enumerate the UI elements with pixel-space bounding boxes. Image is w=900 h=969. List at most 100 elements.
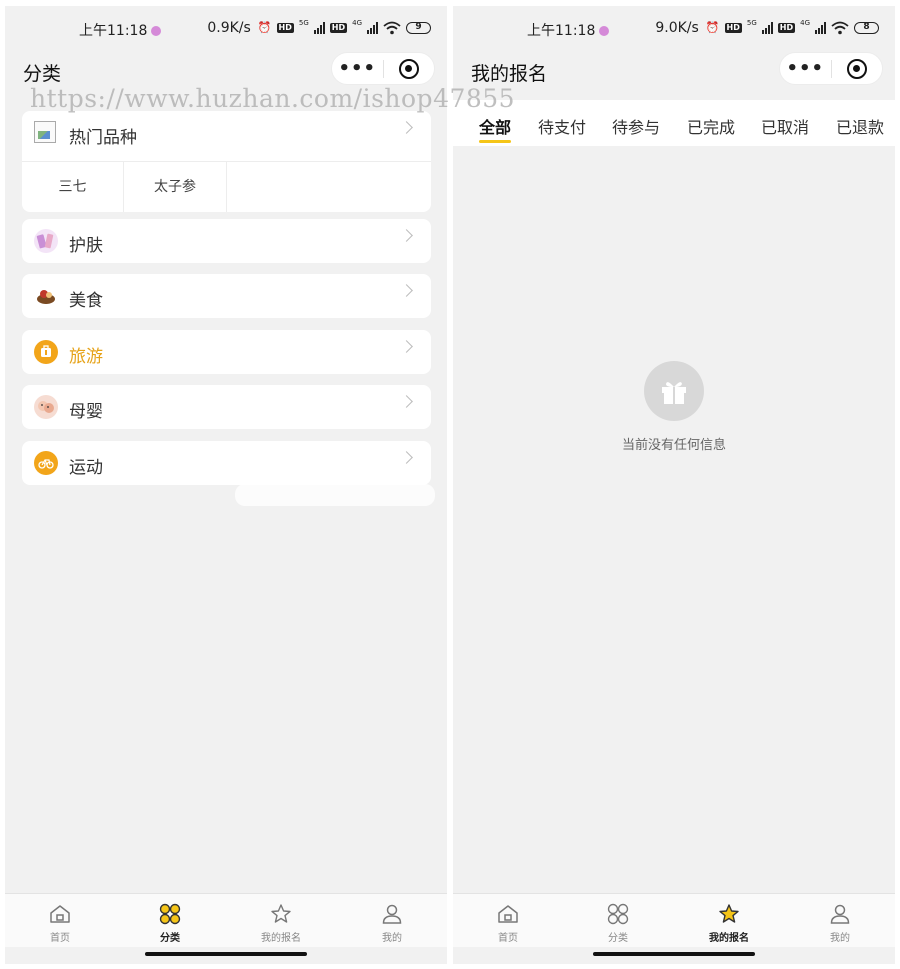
tab-label: 首页 [50, 933, 70, 944]
tab-my-registrations[interactable]: 我的报名 [674, 894, 784, 948]
tab-pending-payment[interactable]: 待支付 [538, 114, 586, 138]
tab-label: 我的报名 [261, 933, 301, 944]
tab-label: 分类 [160, 933, 180, 944]
page-title: 分类 [23, 63, 62, 85]
tab-profile[interactable]: 我的 [337, 894, 447, 948]
user-icon [830, 904, 850, 924]
chevron-right-icon [400, 451, 413, 464]
bottom-tab-bar: 首页 分类 我的报名 我的 [5, 893, 447, 947]
category-row-baby[interactable]: 母婴 [22, 385, 431, 429]
home-indicator [145, 952, 307, 956]
bicycle-icon [34, 451, 58, 475]
signal-icon [313, 22, 325, 34]
hd-icon: HD [276, 23, 294, 33]
signal-icon [761, 22, 773, 34]
image-artifact [235, 484, 435, 506]
network-4g-label: 4G [800, 19, 810, 27]
hd-icon: HD [777, 23, 796, 33]
status-time: 上午11:18 [527, 20, 610, 40]
category-icon [607, 903, 629, 925]
category-label: 热门品种 [69, 128, 137, 148]
status-bar: 上午11:18 9.0K/s ⏰ HD 5G HD 4G 8 [453, 6, 895, 46]
category-label: 母婴 [69, 402, 103, 422]
baby-icon [34, 395, 58, 419]
chevron-right-icon [400, 395, 413, 408]
chevron-right-icon [400, 340, 413, 353]
sub-category-item[interactable]: 三七 [22, 162, 124, 212]
hd-icon: HD [329, 23, 348, 33]
battery-indicator: 9 [406, 22, 431, 34]
tab-all[interactable]: 全部 [479, 114, 511, 138]
empty-state-message: 当前没有任何信息 [621, 438, 726, 453]
gift-icon [644, 361, 704, 421]
close-target-button[interactable] [383, 58, 434, 79]
category-label: 运动 [69, 458, 103, 478]
hot-category-row[interactable]: 热门品种 [22, 111, 431, 155]
category-row-travel[interactable]: 旅游 [22, 330, 431, 374]
home-indicator [593, 952, 755, 956]
nav-bar: 我的报名 ••• [453, 50, 895, 90]
alarm-icon: ⏰ [705, 21, 720, 34]
close-target-button[interactable] [831, 58, 882, 79]
network-speed: 9.0K/s [655, 20, 699, 36]
tab-label: 我的 [382, 933, 402, 944]
hot-category-card: 热门品种 三七 太子参 [22, 111, 431, 212]
wifi-icon [831, 21, 849, 35]
food-icon [34, 284, 58, 308]
tab-category[interactable]: 分类 [115, 894, 225, 948]
network-4g-label: 4G [352, 19, 362, 27]
category-label: 旅游 [69, 347, 103, 367]
target-icon [398, 58, 419, 79]
tab-label: 我的 [830, 933, 850, 944]
signal-icon [367, 22, 378, 34]
category-label: 护肤 [69, 236, 103, 256]
broken-image-icon [34, 121, 56, 143]
travel-icon [34, 340, 58, 364]
mini-program-capsule: ••• [779, 52, 883, 85]
signal-icon [815, 22, 826, 34]
category-icon [159, 903, 181, 925]
tab-home[interactable]: 首页 [5, 894, 115, 948]
battery-indicator: 8 [854, 22, 879, 34]
tab-category[interactable]: 分类 [563, 894, 673, 948]
home-icon [498, 905, 518, 923]
bottom-tab-bar: 首页 分类 我的报名 我的 [453, 893, 895, 947]
network-5g-label: 5G [298, 19, 309, 27]
sub-category-item[interactable]: 太子参 [124, 162, 227, 212]
tab-label: 首页 [498, 933, 518, 944]
user-icon [382, 904, 402, 924]
network-speed: 0.9K/s [207, 20, 251, 36]
my-registrations-screen: 上午11:18 9.0K/s ⏰ HD 5G HD 4G 8 我的报名 ••• … [453, 6, 895, 964]
tab-pending-attend[interactable]: 待参与 [612, 114, 660, 138]
active-tab-indicator [479, 140, 511, 143]
alarm-icon: ⏰ [257, 21, 272, 34]
category-row-skincare[interactable]: 护肤 [22, 219, 431, 263]
more-icon[interactable]: ••• [332, 54, 383, 84]
wifi-icon [383, 21, 401, 35]
status-time: 上午11:18 [79, 20, 162, 40]
hd-icon: HD [724, 23, 742, 33]
more-icon[interactable]: ••• [780, 54, 831, 84]
tab-profile[interactable]: 我的 [785, 894, 895, 948]
tab-my-registrations[interactable]: 我的报名 [226, 894, 336, 948]
tab-completed[interactable]: 已完成 [687, 114, 735, 138]
chevron-right-icon [400, 121, 413, 134]
star-icon [719, 904, 739, 923]
chevron-right-icon [400, 284, 413, 297]
tab-label: 分类 [608, 933, 628, 944]
category-row-food[interactable]: 美食 [22, 274, 431, 318]
star-icon [271, 904, 291, 923]
tab-refunded[interactable]: 已退款 [836, 114, 884, 138]
target-icon [846, 58, 867, 79]
category-row-sports[interactable]: 运动 [22, 441, 431, 485]
status-bar: 上午11:18 0.9K/s ⏰ HD 5G HD 4G 9 [5, 6, 447, 46]
chevron-right-icon [400, 229, 413, 242]
category-screen: 上午11:18 0.9K/s ⏰ HD 5G HD 4G 9 分类 ••• 热门… [5, 6, 447, 964]
category-label: 美食 [69, 291, 103, 311]
mini-program-capsule: ••• [331, 52, 435, 85]
tab-cancelled[interactable]: 已取消 [761, 114, 809, 138]
network-5g-label: 5G [746, 19, 757, 27]
tab-home[interactable]: 首页 [453, 894, 563, 948]
home-icon [50, 905, 70, 923]
filter-tabs: 全部 待支付 待参与 已完成 已取消 已退款 [453, 100, 895, 146]
